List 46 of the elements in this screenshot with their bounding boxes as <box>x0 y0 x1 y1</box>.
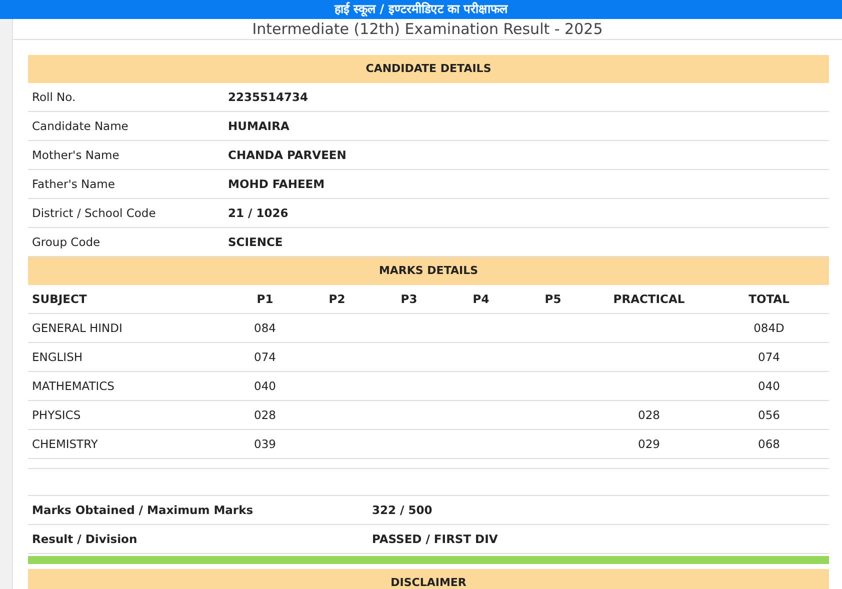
field-label: Group Code <box>31 235 102 249</box>
field-value: HUMAIRA <box>228 119 290 133</box>
section-heading: DISCLAIMER <box>28 569 829 589</box>
column-header: TOTAL <box>748 292 790 306</box>
column-header: P4 <box>472 292 490 306</box>
summary-label: Marks Obtained / Maximum Marks <box>31 503 254 517</box>
column-header: P3 <box>400 292 418 306</box>
summary-value: PASSED / FIRST DIV <box>372 532 499 546</box>
column-header: P2 <box>328 292 346 306</box>
field-value: SCIENCE <box>228 235 284 249</box>
column-header: PRACTICAL <box>612 292 686 306</box>
table-cell-text: 040 <box>253 379 277 393</box>
table-cell-text: MATHEMATICS <box>31 379 116 393</box>
table-cell-text: GENERAL HINDI <box>31 321 124 335</box>
table-cell-text: 074 <box>253 350 277 364</box>
table-cell-text: 029 <box>637 437 661 451</box>
section-heading: CANDIDATE DETAILS <box>28 55 829 83</box>
field-value: CHANDA PARVEEN <box>228 148 348 162</box>
field-value: 2235514734 <box>228 90 310 104</box>
table-cell-text: 028 <box>637 408 661 422</box>
table-cell-text: 056 <box>757 408 781 422</box>
page-title: Intermediate (12th) Examination Result - 2025 <box>252 19 603 39</box>
table-cell-text: 084D <box>752 321 786 335</box>
table-cell-text: 074 <box>757 350 781 364</box>
field-value: 21 / 1026 <box>228 206 290 220</box>
field-label: Roll No. <box>31 90 77 104</box>
table-cell-text: 039 <box>253 437 277 451</box>
table-cell-text: 084 <box>253 321 277 335</box>
summary-label: Result / Division <box>31 532 138 546</box>
field-label: District / School Code <box>31 206 157 220</box>
column-header: SUBJECT <box>31 292 88 306</box>
top-bar-title: हाई स्कूल / इण्टरमीडिएट का परीक्षाफल <box>334 1 508 18</box>
table-cell-text: CHEMISTRY <box>31 437 99 451</box>
field-label: Candidate Name <box>31 119 130 133</box>
summary-value: 322 / 500 <box>372 503 434 517</box>
table-cell-text: PHYSICS <box>31 408 82 422</box>
table-cell-text: 040 <box>757 379 781 393</box>
column-header: P5 <box>544 292 562 306</box>
field-label: Mother's Name <box>31 148 120 162</box>
table-cell-text: ENGLISH <box>31 350 84 364</box>
field-label: Father's Name <box>31 177 116 191</box>
table-cell-text: 028 <box>253 408 277 422</box>
column-header: P1 <box>256 292 274 306</box>
table-cell-text: 068 <box>757 437 781 451</box>
field-value: MOHD FAHEEM <box>228 177 326 191</box>
section-heading: MARKS DETAILS <box>28 257 829 285</box>
